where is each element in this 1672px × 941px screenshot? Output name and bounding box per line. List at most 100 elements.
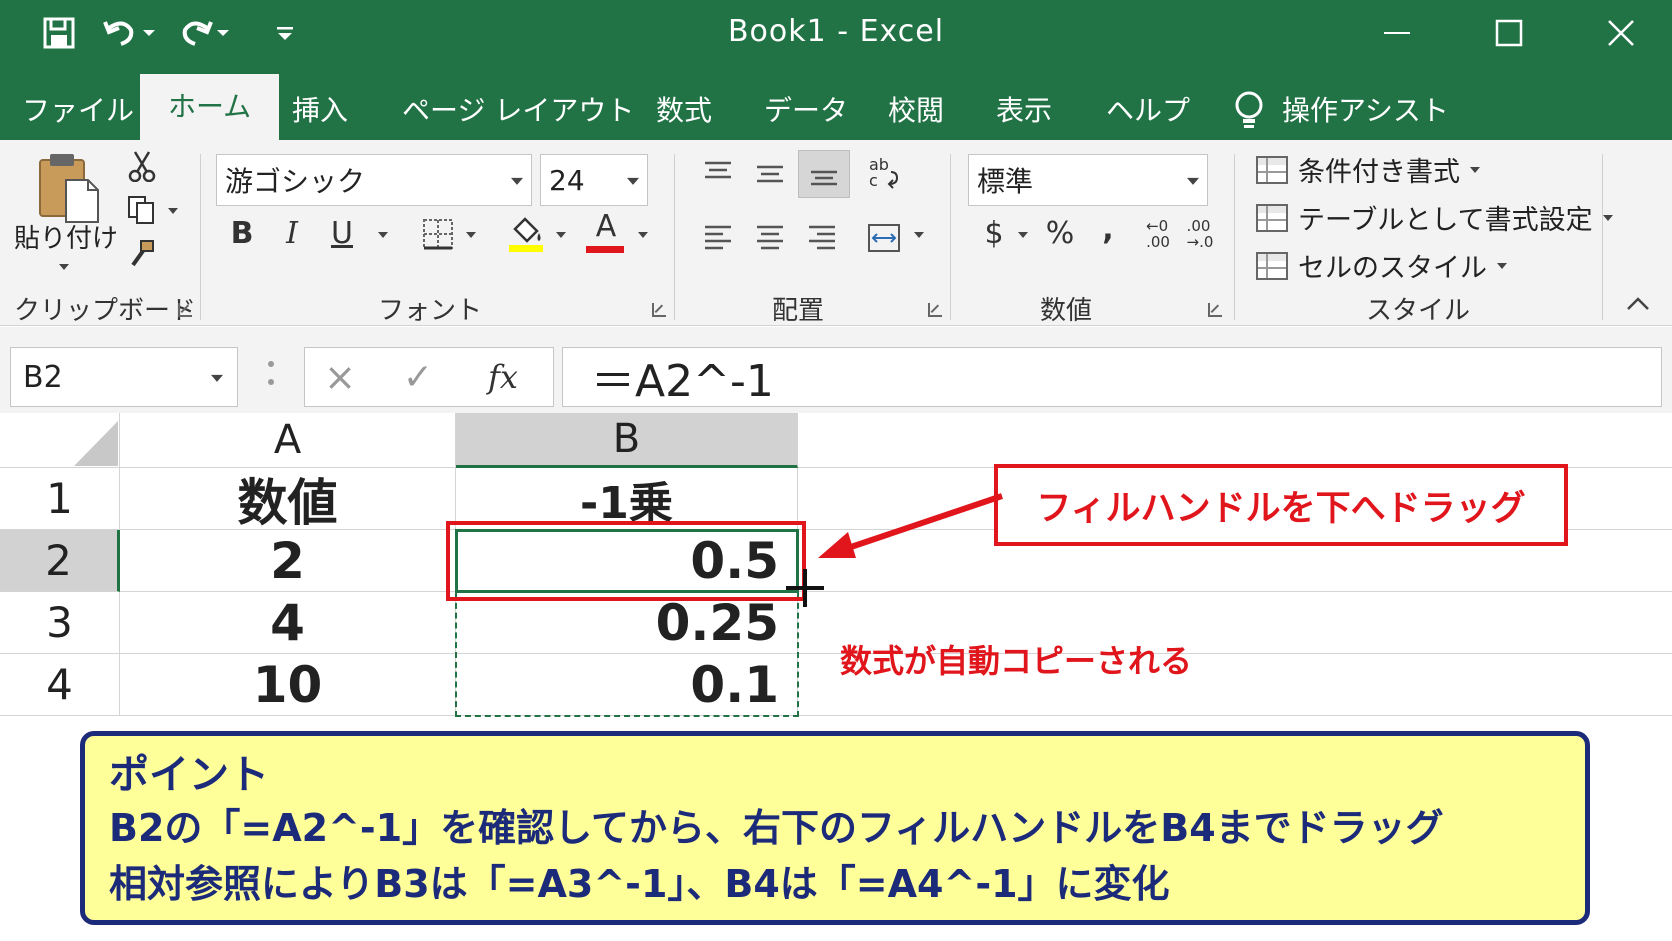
- align-bottom-icon[interactable]: [798, 150, 850, 198]
- tab-file[interactable]: ファイル: [22, 82, 134, 140]
- font-color-button[interactable]: A: [584, 206, 628, 246]
- italic-button[interactable]: I: [272, 210, 312, 256]
- cancel-formula-button[interactable]: ×: [315, 352, 365, 402]
- font-size-select[interactable]: 24: [540, 154, 648, 206]
- conditional-formatting-label: 条件付き書式: [1298, 157, 1460, 188]
- percent-button[interactable]: %: [1038, 210, 1082, 256]
- paste-dropdown-icon[interactable]: [59, 264, 69, 270]
- point-line-2: 相対参照によりB3は「=A3^-1」、B4は「=A4^-1」に変化: [109, 862, 1170, 906]
- alignment-group-label: 配置: [772, 296, 825, 326]
- underline-button[interactable]: U: [322, 210, 362, 256]
- tab-insert[interactable]: 挿入: [292, 82, 348, 140]
- align-middle-icon[interactable]: [748, 150, 792, 194]
- lightbulb-icon: [1232, 90, 1266, 136]
- group-divider: [1234, 154, 1235, 320]
- font-name-value: 游ゴシック: [225, 165, 366, 198]
- tab-page-layout[interactable]: ページ レイアウト: [402, 82, 634, 140]
- decrease-decimal-button[interactable]: .00 →.0: [1180, 212, 1220, 256]
- fill-color-dropdown-icon[interactable]: [556, 232, 566, 238]
- tab-formulas[interactable]: 数式: [656, 82, 712, 140]
- paste-icon[interactable]: [36, 150, 102, 228]
- currency-button[interactable]: $: [974, 210, 1014, 256]
- number-launcher-icon[interactable]: [1208, 303, 1222, 317]
- alignment-launcher-icon[interactable]: [928, 303, 942, 317]
- format-as-table-dropdown-icon: [1602, 214, 1613, 221]
- collapse-ribbon-icon[interactable]: [1626, 296, 1650, 316]
- font-size-value: 24: [549, 163, 585, 197]
- tab-data[interactable]: データ: [764, 82, 848, 140]
- column-header-a[interactable]: A: [120, 413, 456, 468]
- group-divider: [200, 154, 201, 320]
- cell-styles-button[interactable]: セルのスタイル: [1256, 246, 1507, 285]
- format-as-table-label: テーブルとして書式設定: [1298, 205, 1593, 236]
- styles-group-label: スタイル: [1366, 296, 1471, 326]
- align-right-icon[interactable]: [800, 216, 844, 260]
- align-top-icon[interactable]: [696, 150, 740, 194]
- row-header-4[interactable]: 4: [0, 654, 120, 716]
- bold-button[interactable]: B: [222, 210, 262, 256]
- conditional-formatting-button[interactable]: 条件付き書式: [1256, 150, 1480, 189]
- font-launcher-icon[interactable]: [652, 303, 666, 317]
- borders-dropdown-icon[interactable]: [466, 232, 476, 238]
- format-painter-icon[interactable]: [122, 234, 162, 274]
- copy-dropdown-icon[interactable]: [168, 208, 178, 214]
- paste-label[interactable]: 貼り付け: [14, 218, 118, 255]
- group-divider: [1602, 154, 1603, 320]
- group-divider: [674, 154, 675, 320]
- select-all-corner[interactable]: [0, 413, 120, 468]
- row-header-1[interactable]: 1: [0, 468, 120, 530]
- fill-handle-cursor-icon[interactable]: [784, 567, 826, 613]
- number-group-label: 数値: [1040, 296, 1093, 326]
- merge-center-icon[interactable]: [862, 216, 906, 260]
- increase-decimal-button[interactable]: ←0 .00: [1138, 212, 1178, 256]
- comma-button[interactable]: ,: [1090, 206, 1126, 252]
- conditional-formatting-icon: [1256, 155, 1288, 184]
- group-divider: [950, 154, 951, 320]
- name-box-value: B2: [23, 359, 63, 395]
- fill-color-icon[interactable]: [504, 210, 548, 256]
- row-header-2[interactable]: 2: [0, 530, 120, 592]
- align-center-icon[interactable]: [748, 216, 792, 260]
- row-header-3[interactable]: 3: [0, 592, 120, 654]
- formula-text: ＝A2^-1: [591, 356, 774, 407]
- formula-input[interactable]: ＝A2^-1: [562, 347, 1662, 407]
- formula-bar-splitter[interactable]: [268, 355, 276, 399]
- wrap-text-icon[interactable]: ab c: [862, 150, 906, 194]
- cell-a3[interactable]: 4: [120, 592, 456, 654]
- formula-buttons: × ✓ fx: [304, 347, 554, 407]
- font-name-select[interactable]: 游ゴシック: [216, 154, 532, 206]
- format-as-table-button[interactable]: テーブルとして書式設定: [1256, 198, 1613, 237]
- tab-review[interactable]: 校閲: [888, 82, 944, 140]
- tab-view[interactable]: 表示: [996, 82, 1052, 140]
- borders-icon[interactable]: [418, 214, 458, 254]
- tab-home[interactable]: ホーム: [140, 74, 280, 140]
- close-icon[interactable]: [1596, 8, 1646, 58]
- cell-a4[interactable]: 10: [120, 654, 456, 716]
- minimize-icon[interactable]: [1372, 8, 1422, 58]
- tab-tell-me[interactable]: 操作アシスト: [1282, 82, 1449, 140]
- cut-icon[interactable]: [122, 146, 162, 186]
- point-title: ポイント: [109, 752, 269, 798]
- point-box: ポイント B2の「=A2^-1」を確認してから、右下のフィルハンドルをB4までド…: [80, 731, 1590, 925]
- merge-dropdown-icon[interactable]: [914, 232, 924, 238]
- callout-arrow-icon: [818, 493, 1003, 558]
- copy-icon[interactable]: [122, 190, 162, 230]
- name-box[interactable]: B2: [10, 347, 238, 407]
- insert-function-button[interactable]: fx: [473, 352, 533, 402]
- font-color-dropdown-icon[interactable]: [638, 232, 648, 238]
- currency-dropdown-icon[interactable]: [1018, 232, 1028, 238]
- number-format-select[interactable]: 標準: [968, 154, 1208, 206]
- cell-styles-label: セルのスタイル: [1298, 253, 1487, 284]
- title-bar: Book1 - Excel: [0, 0, 1672, 66]
- clipboard-launcher-icon[interactable]: [178, 303, 192, 317]
- maximize-icon[interactable]: [1484, 8, 1534, 58]
- tab-help[interactable]: ヘルプ: [1106, 82, 1190, 140]
- enter-formula-button[interactable]: ✓: [393, 352, 443, 402]
- underline-dropdown-icon[interactable]: [378, 232, 388, 238]
- cell-styles-dropdown-icon: [1497, 262, 1507, 269]
- number-format-value: 標準: [977, 165, 1034, 198]
- cell-a2[interactable]: 2: [120, 530, 456, 592]
- column-header-b[interactable]: B: [456, 413, 798, 468]
- cell-a1[interactable]: 数値: [120, 468, 456, 532]
- align-left-icon[interactable]: [696, 216, 740, 260]
